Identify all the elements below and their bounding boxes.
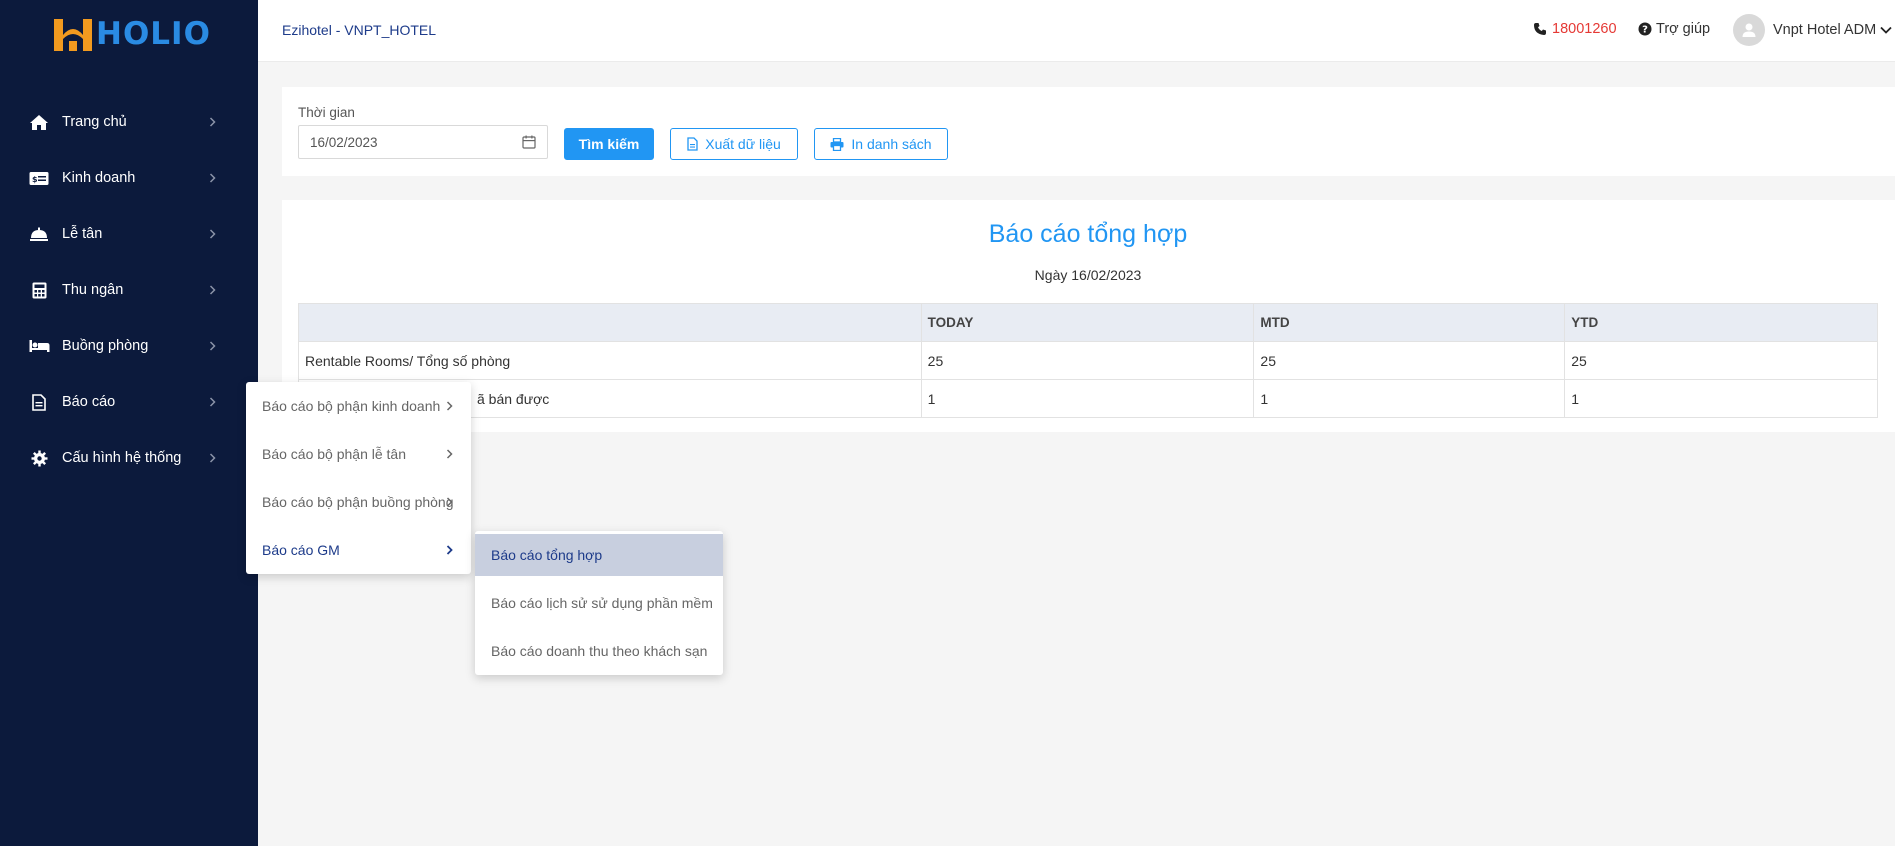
chevron-right-icon: [209, 397, 216, 407]
svg-text:$: $: [32, 175, 38, 184]
chevron-down-icon: [1880, 26, 1892, 34]
question-circle-icon: ?: [1638, 22, 1652, 36]
column-header-mtd: MTD: [1253, 303, 1566, 342]
svg-text:?: ?: [1642, 25, 1648, 36]
calculator-icon: [28, 281, 50, 299]
table-cell: 25: [1253, 341, 1566, 380]
sidebar-item-label: Báo cáo: [62, 394, 116, 410]
bell-icon: [28, 225, 50, 243]
report-table: TODAY MTD YTD Rentable Rooms/ Tổng số ph…: [298, 303, 1878, 418]
bed-icon: [28, 337, 50, 355]
phone-icon: [1534, 23, 1546, 35]
menu-item-label: Báo cáo bộ phận lễ tân: [262, 446, 407, 462]
menu-item-software-usage-report[interactable]: Báo cáo lịch sử sử dụng phần mềm: [475, 579, 723, 627]
sidebar-item-label: Thu ngân: [62, 282, 124, 298]
menu-item-summary-report[interactable]: Báo cáo tổng hợp: [475, 534, 723, 576]
chevron-right-icon: [446, 449, 453, 459]
report-title: Báo cáo tổng hợp: [988, 220, 1188, 248]
column-header-ytd: YTD: [1564, 303, 1878, 342]
search-button[interactable]: Tìm kiếm: [564, 128, 654, 160]
menu-item-reception-reports[interactable]: Báo cáo bộ phận lễ tân: [246, 430, 471, 478]
table-cell: 25: [1564, 341, 1878, 380]
table-cell: 1: [920, 379, 1255, 418]
user-name: Vnpt Hotel ADM: [1773, 22, 1877, 38]
sidebar-item-housekeeping[interactable]: Buồng phòng: [0, 318, 258, 374]
chevron-right-icon: [446, 545, 453, 555]
logo-mark-icon: [54, 19, 92, 51]
sidebar-item-business[interactable]: $ Kinh doanh: [0, 150, 258, 206]
home-icon: [28, 113, 50, 131]
menu-item-label: Báo cáo bộ phận kinh doanh: [262, 398, 441, 414]
menu-item-gm-reports[interactable]: Báo cáo GM: [246, 526, 471, 574]
table-cell: Rentable Rooms/ Tổng số phòng: [298, 341, 922, 380]
chevron-right-icon: [446, 497, 453, 507]
sidebar-nav: Trang chủ $ Kinh doanh Lễ tân Thu ngân B…: [0, 94, 258, 486]
sidebar-item-system-config[interactable]: Cấu hình hệ thống: [0, 430, 258, 486]
help-link[interactable]: ? Trợ giúp: [1638, 21, 1710, 37]
help-label: Trợ giúp: [1656, 21, 1711, 37]
sidebar-item-label: Cấu hình hệ thống: [62, 450, 182, 466]
top-header: Ezihotel - VNPT_HOTEL 18001260 ? Trợ giú…: [258, 0, 1895, 62]
print-button[interactable]: In danh sách: [814, 128, 948, 160]
column-header: [298, 303, 922, 342]
sidebar-item-label: Trang chủ: [62, 114, 127, 130]
date-label: Thời gian: [298, 105, 355, 120]
sidebar-item-home[interactable]: Trang chủ: [0, 94, 258, 150]
chevron-right-icon: [209, 453, 216, 463]
money-card-icon: $: [28, 169, 50, 187]
gm-reports-submenu: Báo cáo tổng hợp Báo cáo lịch sử sử dụng…: [475, 531, 723, 675]
sidebar: HOLIO Trang chủ $ Kinh doanh Lễ tân Thu …: [0, 0, 258, 846]
menu-item-label: Báo cáo GM: [262, 542, 340, 558]
chevron-right-icon: [446, 401, 453, 411]
menu-item-housekeeping-reports[interactable]: Báo cáo bộ phận buồng phòng: [246, 478, 471, 526]
phone-number: 18001260: [1552, 21, 1617, 37]
file-icon: [28, 393, 50, 411]
filter-panel: Thời gian Tìm kiếm Xuất dữ liệu In danh …: [282, 87, 1895, 176]
sidebar-item-cashier[interactable]: Thu ngân: [0, 262, 258, 318]
report-panel: Báo cáo tổng hợp Ngày 16/02/2023 TODAY M…: [282, 200, 1895, 432]
chevron-right-icon: [209, 285, 216, 295]
report-date: Ngày 16/02/2023: [1034, 267, 1142, 283]
brand-name: HOLIO: [96, 16, 211, 52]
calendar-icon[interactable]: [522, 135, 536, 149]
export-button[interactable]: Xuất dữ liệu: [670, 128, 798, 160]
sidebar-item-reception[interactable]: Lễ tân: [0, 206, 258, 262]
menu-item-hotel-revenue-report[interactable]: Báo cáo doanh thu theo khách sạn: [475, 627, 723, 675]
sidebar-item-label: Kinh doanh: [62, 170, 136, 186]
table-cell: 25: [920, 341, 1255, 380]
export-label: Xuất dữ liệu: [705, 136, 781, 152]
date-input[interactable]: [298, 125, 548, 159]
sidebar-item-label: Buồng phòng: [62, 338, 149, 354]
sidebar-item-reports[interactable]: Báo cáo: [0, 374, 258, 430]
chevron-right-icon: [209, 341, 216, 351]
table-cell: 1: [1564, 379, 1878, 418]
avatar: [1733, 14, 1765, 46]
reports-submenu: Báo cáo bộ phận kinh doanh Báo cáo bộ ph…: [246, 382, 471, 574]
chevron-right-icon: [209, 173, 216, 183]
column-header-today: TODAY: [920, 303, 1255, 342]
chevron-right-icon: [209, 117, 216, 127]
printer-icon: [830, 137, 844, 151]
table-cell: 1: [1253, 379, 1566, 418]
hotel-name[interactable]: Ezihotel - VNPT_HOTEL: [282, 22, 436, 38]
table-row: ã bán được 1 1 1: [298, 379, 1878, 418]
sidebar-item-label: Lễ tân: [62, 226, 103, 242]
chevron-right-icon: [209, 229, 216, 239]
menu-item-sales-reports[interactable]: Báo cáo bộ phận kinh doanh: [246, 382, 471, 430]
table-header-row: TODAY MTD YTD: [298, 303, 1878, 342]
user-menu[interactable]: Vnpt Hotel ADM: [1733, 14, 1892, 46]
file-icon: [687, 137, 698, 151]
hotline[interactable]: 18001260: [1533, 21, 1617, 37]
table-row: Rentable Rooms/ Tổng số phòng 25 25 25: [298, 341, 1878, 380]
gear-icon: [28, 449, 50, 467]
menu-item-label: Báo cáo bộ phận buồng phòng: [262, 494, 454, 510]
user-icon: [1742, 23, 1756, 37]
holio-logo[interactable]: HOLIO: [52, 12, 211, 56]
print-label: In danh sách: [851, 136, 932, 152]
